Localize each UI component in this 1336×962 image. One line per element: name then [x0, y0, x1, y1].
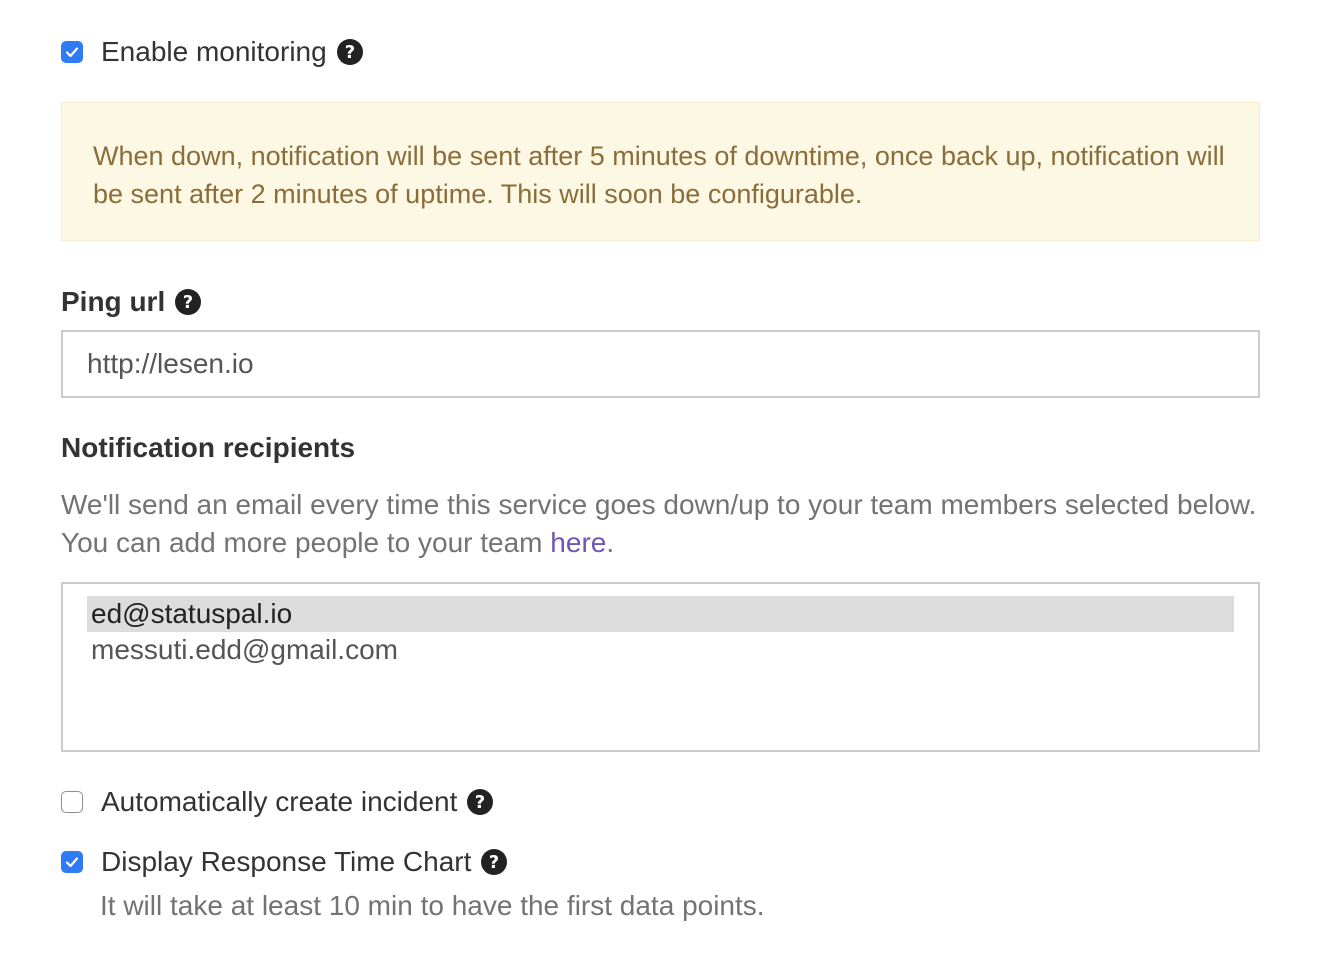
svg-text:?: ?: [344, 42, 354, 63]
ping-url-input[interactable]: [61, 330, 1260, 398]
enable-monitoring-checkbox[interactable]: [61, 41, 83, 63]
ping-url-label: Ping url: [61, 286, 166, 317]
response-chart-note: It will take at least 10 min to have the…: [100, 890, 765, 921]
notification-recipients-label: Notification recipients: [61, 432, 356, 463]
recipients-multiselect[interactable]: ed@statuspal.io messuti.edd@gmail.com: [61, 582, 1260, 752]
enable-monitoring-label[interactable]: Enable monitoring: [101, 36, 327, 68]
auto-incident-label[interactable]: Automatically create incident: [101, 786, 457, 818]
notification-recipients-label-row: Notification recipients: [61, 428, 355, 468]
downtime-notification-alert: When down, notification will be sent aft…: [61, 102, 1260, 241]
svg-text:?: ?: [475, 792, 485, 813]
recipients-help-body: We'll send an email every time this serv…: [61, 489, 1257, 558]
enable-monitoring-row: Enable monitoring ?: [61, 32, 364, 72]
ping-url-label-row: Ping url ?: [61, 282, 202, 322]
add-team-members-link[interactable]: here: [550, 527, 606, 558]
question-circle-icon[interactable]: ?: [480, 848, 508, 876]
auto-incident-checkbox[interactable]: [61, 791, 83, 813]
recipient-option[interactable]: messuti.edd@gmail.com: [87, 632, 1234, 668]
checkmark-icon: [65, 857, 79, 868]
svg-text:?: ?: [183, 292, 193, 313]
question-circle-icon[interactable]: ?: [466, 788, 494, 816]
response-chart-label[interactable]: Display Response Time Chart: [101, 846, 471, 878]
response-chart-checkbox[interactable]: [61, 851, 83, 873]
auto-incident-row: Automatically create incident ?: [61, 782, 494, 822]
response-chart-row: Display Response Time Chart ?: [61, 842, 508, 882]
svg-text:?: ?: [489, 852, 499, 873]
checkmark-icon: [65, 47, 79, 58]
question-circle-icon[interactable]: ?: [336, 38, 364, 66]
recipients-help-text: We'll send an email every time this serv…: [61, 486, 1260, 562]
recipients-help-suffix: .: [606, 527, 615, 558]
question-circle-icon[interactable]: ?: [174, 288, 202, 316]
recipient-option[interactable]: ed@statuspal.io: [87, 596, 1234, 632]
